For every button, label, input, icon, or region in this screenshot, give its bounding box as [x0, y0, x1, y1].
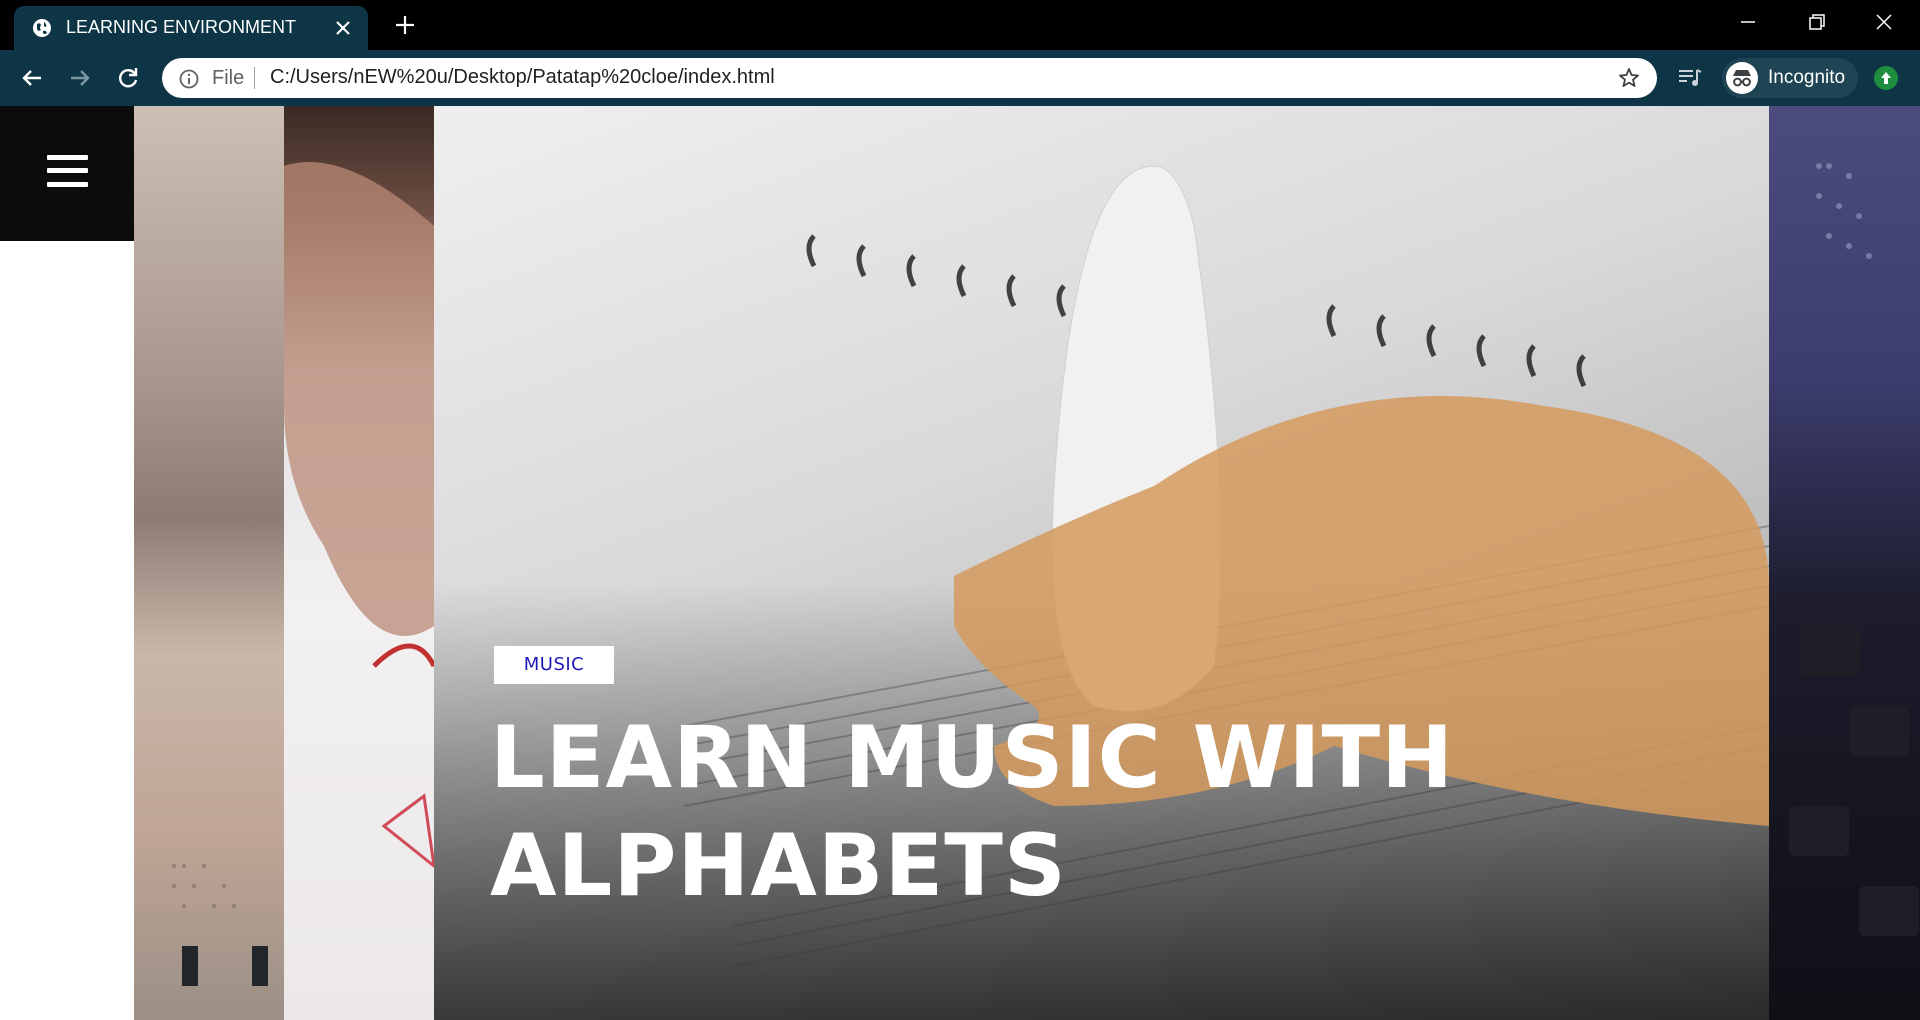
headline-line-2: ALPHABETS [490, 816, 1067, 916]
star-icon[interactable] [1617, 66, 1641, 90]
slide-image-hand-writing[interactable] [284, 106, 434, 1020]
tab-strip: LEARNING ENVIRONMENT [0, 0, 1920, 50]
close-window-icon[interactable] [1872, 10, 1896, 34]
forward-arrow-icon[interactable] [67, 65, 93, 91]
back-arrow-icon[interactable] [19, 65, 45, 91]
hamburger-menu-button[interactable] [0, 106, 134, 241]
url-text[interactable]: C:/Users/nEW%20u/Desktop/Patatap%20cloe/… [270, 66, 775, 89]
page-viewport: MUSIC LEARN MUSIC WITH ALPHABETS [0, 106, 1920, 1020]
plus-icon[interactable] [392, 12, 418, 38]
category-tag[interactable]: MUSIC [494, 646, 614, 684]
browser-toolbar: File C:/Users/nEW%20u/Desktop/Patatap%20… [0, 50, 1920, 106]
restore-icon[interactable] [1805, 10, 1829, 34]
close-icon[interactable] [334, 19, 352, 37]
media-queue-icon[interactable] [1677, 66, 1703, 90]
scheme-label: File [212, 67, 245, 89]
headline-line-1: LEARN MUSIC WITH [490, 708, 1455, 808]
slide-image-braille-keyboard[interactable] [1769, 106, 1920, 1020]
info-icon[interactable] [178, 68, 200, 90]
incognito-profile-button[interactable]: Incognito [1722, 58, 1858, 98]
tab-title: LEARNING ENVIRONMENT [66, 17, 297, 37]
incognito-label: Incognito [1768, 67, 1846, 88]
slide-image-braille-reading[interactable] [134, 106, 284, 1020]
update-arrow-icon[interactable] [1874, 66, 1898, 90]
address-separator [254, 67, 255, 89]
slide-headline: LEARN MUSIC WITH ALPHABETS [490, 704, 1490, 920]
browser-tab[interactable]: LEARNING ENVIRONMENT [14, 6, 368, 50]
minimize-icon[interactable] [1736, 10, 1760, 34]
incognito-icon [1726, 62, 1758, 94]
globe-icon [33, 19, 51, 37]
reload-icon[interactable] [115, 65, 141, 91]
address-bar[interactable]: File C:/Users/nEW%20u/Desktop/Patatap%20… [162, 58, 1657, 98]
